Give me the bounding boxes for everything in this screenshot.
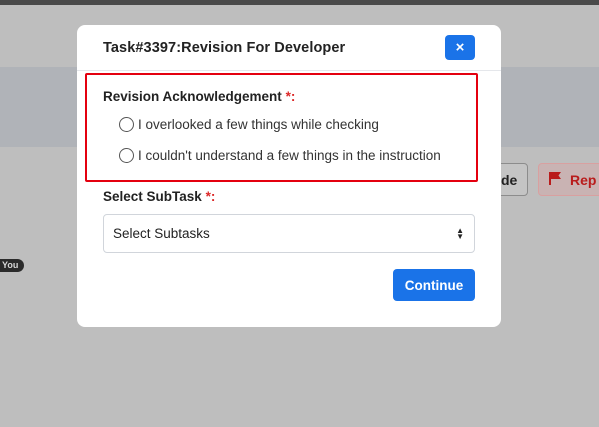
modal-title: Task#3397:Revision For Developer: [103, 40, 346, 56]
required-marker: *:: [285, 89, 296, 104]
top-bar: [0, 0, 599, 5]
radio-button[interactable]: [119, 148, 134, 163]
background-code-button-label: de: [501, 171, 518, 188]
background-badge: You: [0, 259, 25, 272]
continue-button-label: Continue: [404, 277, 464, 293]
radio-option-label: I overlooked a few things while checking: [138, 117, 379, 132]
modal-header-divider: [77, 70, 501, 71]
revision-acknowledgement-label: Revision Acknowledgement *:: [103, 89, 295, 104]
required-marker: *:: [205, 189, 216, 204]
subtask-select-value: Select Subtasks: [113, 226, 210, 241]
close-icon: ×: [455, 39, 465, 56]
radio-option-overlooked[interactable]: I overlooked a few things while checking: [119, 117, 379, 132]
select-arrows-icon: ▲ ▼: [456, 225, 464, 241]
radio-button[interactable]: [119, 117, 134, 132]
close-button[interactable]: ×: [445, 35, 475, 60]
radio-option-label: I couldn't understand a few things in th…: [138, 148, 441, 163]
continue-button[interactable]: Continue: [393, 269, 475, 301]
flag-icon: [548, 171, 562, 188]
background-report-button-label: Rep: [570, 171, 597, 188]
radio-option-not-understand[interactable]: I couldn't understand a few things in th…: [119, 148, 441, 163]
revision-acknowledgement-text: Revision Acknowledgement: [103, 89, 282, 104]
revision-modal: Task#3397:Revision For Developer × Revis…: [77, 25, 501, 327]
subtask-select[interactable]: Select Subtasks ▲ ▼: [103, 214, 475, 253]
select-subtask-label: Select SubTask *:: [103, 189, 215, 204]
background-report-button[interactable]: Rep: [538, 163, 599, 196]
select-subtask-text: Select SubTask: [103, 189, 202, 204]
